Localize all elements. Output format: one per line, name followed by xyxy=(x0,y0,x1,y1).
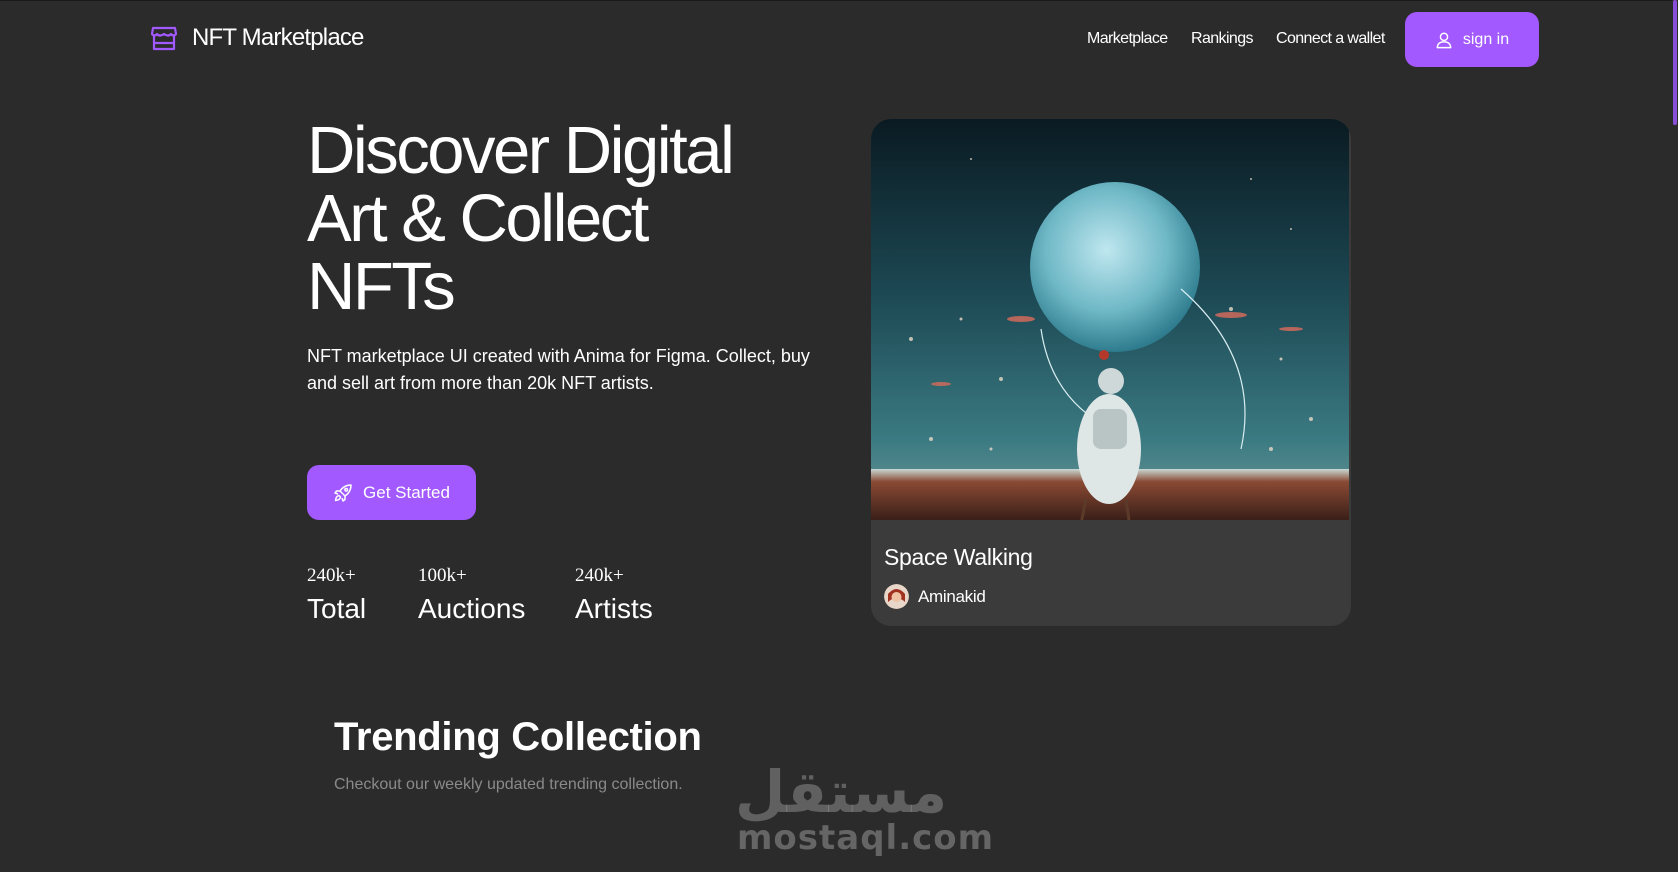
featured-nft-card[interactable]: Space Walking Aminakid xyxy=(871,119,1351,626)
nft-artwork-image xyxy=(871,119,1349,520)
nav-link-connect-wallet[interactable]: Connect a wallet xyxy=(1276,30,1385,48)
watermark-latin: mostaql.com xyxy=(737,818,995,858)
sign-in-button[interactable]: sign in xyxy=(1405,12,1539,67)
section-subtitle: Checkout our weekly updated trending col… xyxy=(334,776,683,793)
get-started-button[interactable]: Get Started xyxy=(307,465,476,520)
brand-name: NFT Marketplace xyxy=(192,24,364,51)
sign-in-label: sign in xyxy=(1462,30,1510,48)
scrollbar-track[interactable] xyxy=(1672,0,1678,872)
brand-logo[interactable]: NFT Marketplace xyxy=(150,24,364,52)
nft-artist[interactable]: Aminakid xyxy=(884,584,986,609)
site-header: NFT Marketplace Marketplace Rankings Con… xyxy=(0,0,1678,80)
get-started-label: Get Started xyxy=(363,482,450,502)
nav-link-marketplace[interactable]: Marketplace xyxy=(1087,30,1168,48)
scrollbar-thumb[interactable] xyxy=(1673,0,1677,125)
hero-subtitle: NFT marketplace UI created with Anima fo… xyxy=(307,346,810,393)
section-title: Trending Collection xyxy=(334,715,702,759)
stat-value: 100k+ xyxy=(418,565,467,586)
user-icon xyxy=(1436,32,1452,48)
storefront-icon xyxy=(150,26,178,51)
watermark-arabic: مستقل xyxy=(735,758,948,826)
artist-avatar xyxy=(884,584,909,609)
nav-link-rankings[interactable]: Rankings xyxy=(1191,30,1254,48)
stat-label: Artists xyxy=(575,593,653,624)
stat-label: Auctions xyxy=(418,593,526,624)
rocket-icon xyxy=(334,483,352,502)
nft-title: Space Walking xyxy=(884,544,1033,570)
stat-total: 240k+ Total xyxy=(307,565,366,625)
artist-name: Aminakid xyxy=(918,586,986,606)
stat-artists: 240k+ Artists xyxy=(575,565,653,625)
stat-auctions: 100k+ Auctions xyxy=(418,565,525,625)
hero-title: Discover Digital Art & Collect NFTs xyxy=(307,113,735,324)
stat-value: 240k+ xyxy=(307,565,356,586)
stat-value: 240k+ xyxy=(575,565,624,586)
stat-label: Total xyxy=(307,593,367,624)
